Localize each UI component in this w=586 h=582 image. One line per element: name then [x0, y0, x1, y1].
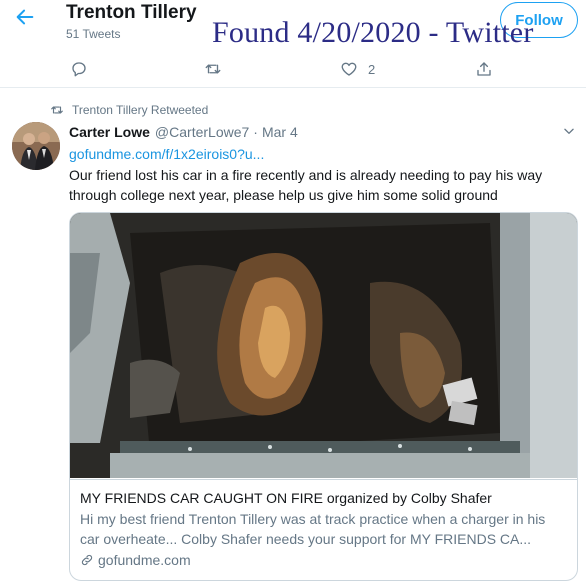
author-handle[interactable]: @CarterLowe7: [155, 124, 249, 140]
retweet-notice-text: Trenton Tillery Retweeted: [72, 103, 209, 117]
card-image[interactable]: [70, 213, 577, 478]
retweet-icon: [205, 64, 221, 74]
tweet-date[interactable]: Mar 4: [262, 124, 298, 140]
retweet-icon: [51, 106, 63, 114]
share-button[interactable]: [475, 58, 503, 80]
tweet-count: 51 Tweets: [66, 27, 121, 41]
like-button[interactable]: 2: [340, 58, 375, 80]
retweet-notice[interactable]: Trenton Tillery Retweeted: [50, 102, 208, 118]
chevron-down-icon[interactable]: [562, 124, 576, 138]
share-icon: [477, 62, 491, 76]
card-title: MY FRIENDS CAR CAUGHT ON FIRE organized …: [80, 490, 492, 506]
card-domain-text: gofundme.com: [98, 552, 191, 568]
tweet-text: Our friend lost his car in a fire recent…: [69, 167, 543, 203]
card-meta: MY FRIENDS CAR CAUGHT ON FIRE organized …: [70, 479, 577, 580]
annotation-overlay-text: Found 4/20/2020 - Twitter: [212, 16, 534, 49]
heart-icon: [341, 62, 357, 76]
back-arrow-icon[interactable]: [14, 6, 40, 32]
avatar[interactable]: [12, 122, 60, 170]
separator-dot: ·: [253, 124, 258, 140]
card-domain: gofundme.com: [80, 552, 567, 568]
reply-button[interactable]: [70, 58, 98, 80]
link-icon: [81, 554, 93, 566]
retweet-button[interactable]: [204, 58, 232, 80]
author-name[interactable]: Carter Lowe: [69, 124, 150, 140]
like-count: 2: [368, 61, 376, 77]
tweet-author-line: Carter Lowe @CarterLowe7 · Mar 4: [69, 123, 298, 141]
link-preview-card[interactable]: MY FRIENDS CAR CAUGHT ON FIRE organized …: [69, 212, 578, 581]
card-description: Hi my best friend Trenton Tillery was at…: [80, 511, 546, 547]
reply-icon: [72, 62, 86, 77]
tweet-action-bar: 2: [0, 52, 586, 88]
profile-header: Trenton Tillery 51 Tweets Follow Found 4…: [0, 0, 586, 50]
tweet-link[interactable]: gofundme.com/f/1x2eirois0?u...: [69, 146, 264, 162]
profile-name: Trenton Tillery: [66, 2, 197, 23]
